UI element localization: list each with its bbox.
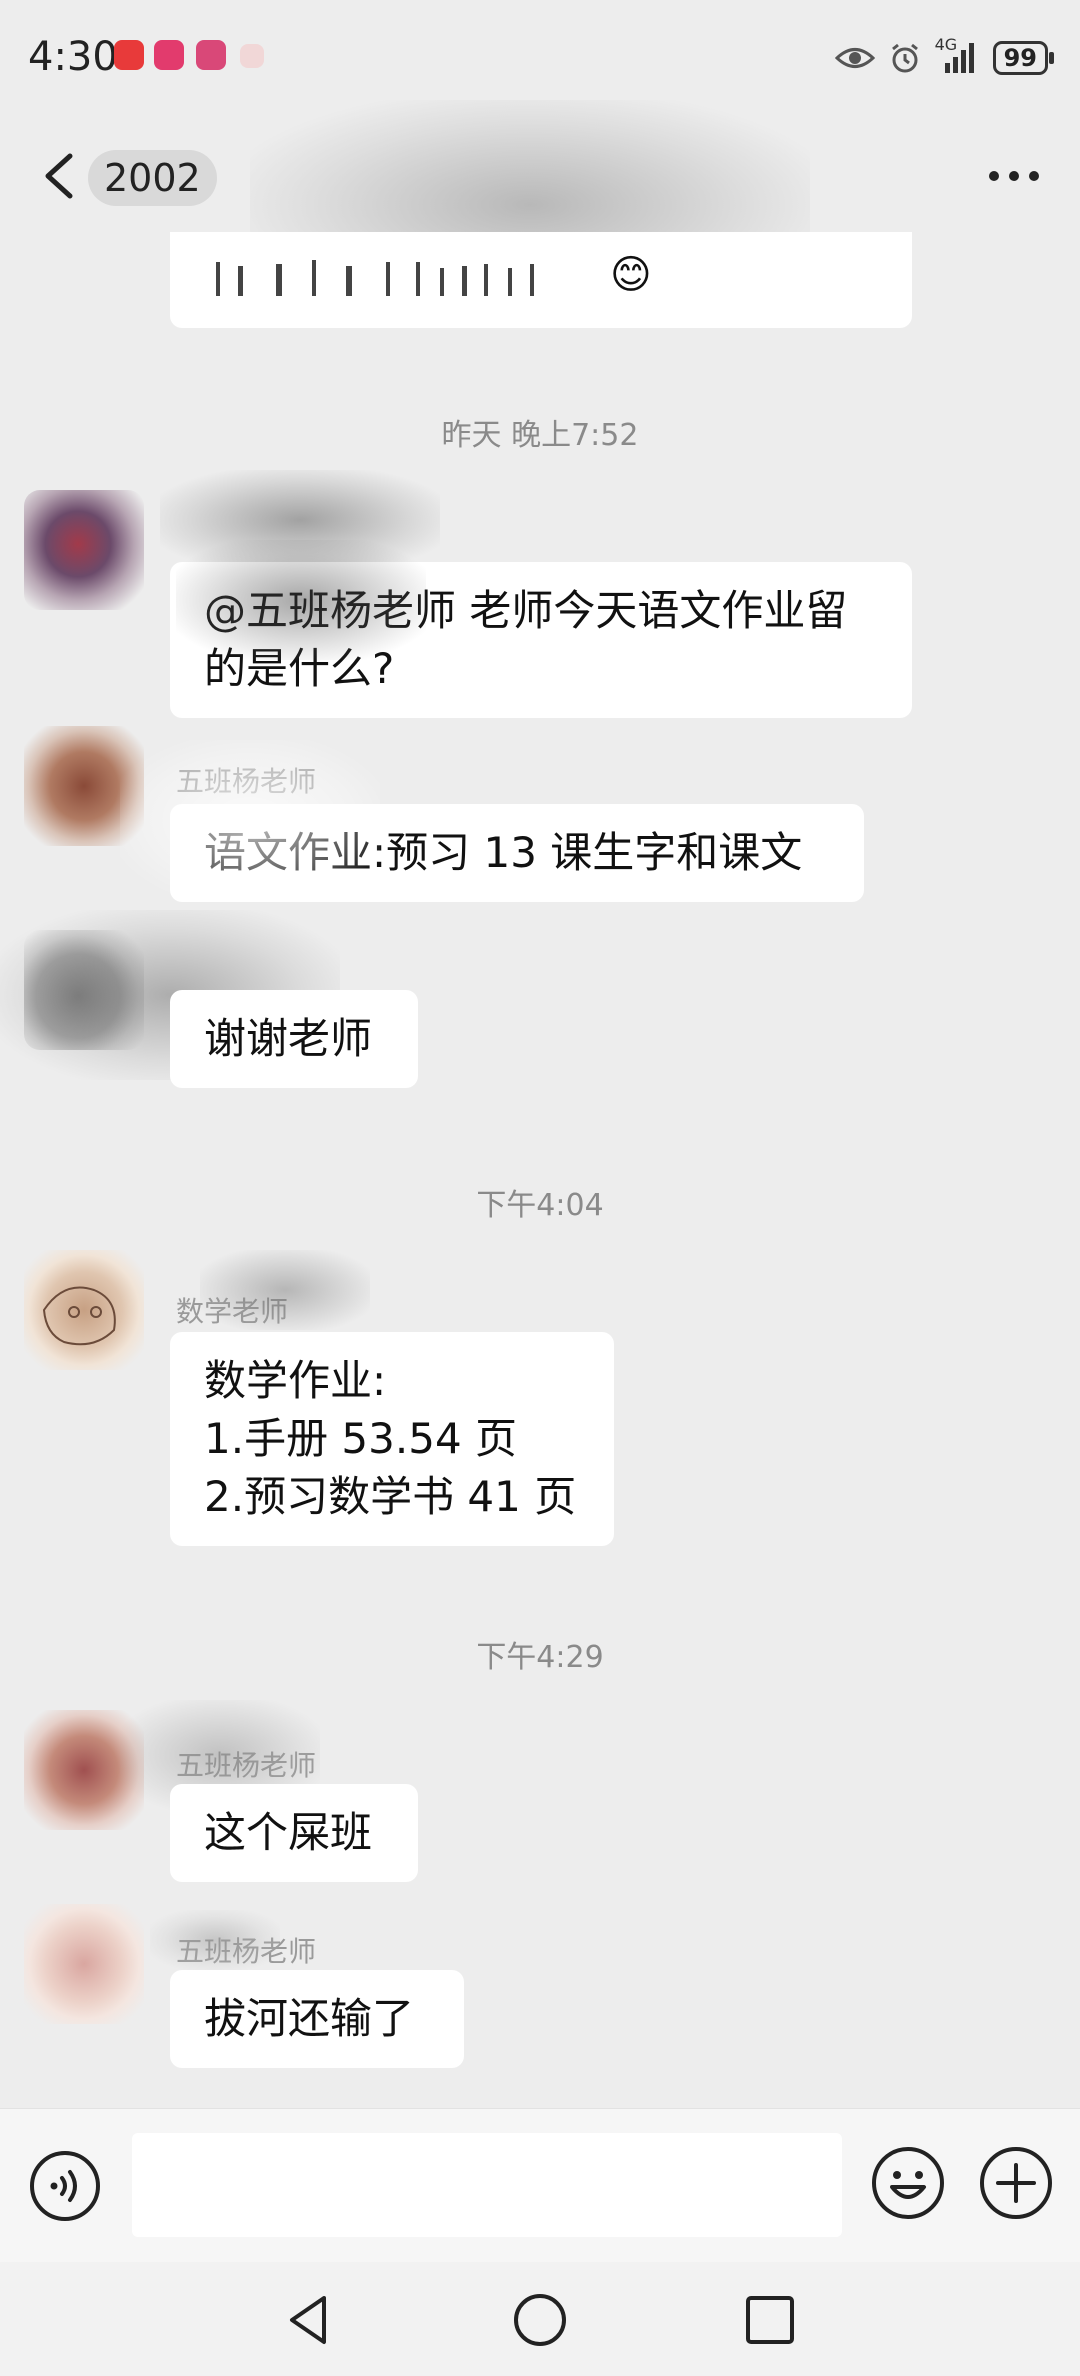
nav-back-icon[interactable] <box>280 2290 340 2350</box>
system-nav-bar <box>0 2262 1080 2376</box>
notification-app-icon <box>240 44 264 68</box>
avatar-sketch <box>42 1286 116 1346</box>
avatar[interactable] <box>24 726 144 846</box>
emoji-icon[interactable] <box>870 2145 946 2221</box>
smile-emoji: 😊 <box>610 252 652 298</box>
status-bar: 4:30 4G 99 <box>0 0 1080 120</box>
back-arrow-icon[interactable] <box>36 148 84 204</box>
message-text: 谢谢老师 <box>204 1014 373 1063</box>
taobao-app-icon <box>154 40 184 70</box>
nav-recents-icon[interactable] <box>740 2290 800 2350</box>
alarm-icon <box>891 43 918 73</box>
sender-name: 五班杨老师 <box>176 1749 317 1782</box>
message-bubble[interactable]: @五班杨老师 老师今天语文作业留的是什么? <box>170 562 912 718</box>
timestamp: 下午4:29 <box>476 1640 604 1675</box>
plus-icon[interactable] <box>978 2145 1054 2221</box>
avatar[interactable] <box>24 1904 144 2024</box>
message-bubble[interactable]: 谢谢老师 <box>170 990 418 1088</box>
message-text: 语文作业:预习 13 课生字和课文 <box>204 828 803 877</box>
message-input[interactable] <box>132 2133 842 2237</box>
sender-name: 五班杨老师 <box>176 1935 317 1968</box>
eye-icon <box>834 48 875 68</box>
sender-name: 五班杨老师 <box>176 765 317 798</box>
nav-home-icon[interactable] <box>510 2290 570 2350</box>
message-bubble[interactable]: 数学作业: 1.手册 53.54 页 2.预习数学书 41 页 <box>170 1332 614 1546</box>
message-text: @五班杨老师 老师今天语文作业留的是什么? <box>204 586 848 693</box>
message-text-line: 1.手册 53.54 页 <box>204 1414 518 1463</box>
signal-icon: 4G <box>935 35 979 75</box>
message-text-line: 2.预习数学书 41 页 <box>204 1472 577 1521</box>
chat-title[interactable]: 2002 <box>88 150 217 206</box>
more-options-icon[interactable] <box>984 156 1044 196</box>
chat-header: 2002 <box>0 120 1080 232</box>
avatar[interactable] <box>24 490 144 610</box>
sender-name: 数学老师 <box>176 1295 289 1328</box>
message-bubble[interactable]: 😊 <box>170 232 912 328</box>
status-time: 4:30 <box>28 34 118 80</box>
avatar[interactable] <box>24 930 144 1050</box>
notification-app-icon <box>114 40 144 70</box>
voice-input-icon[interactable] <box>28 2149 102 2223</box>
privacy-scribble <box>160 470 440 570</box>
message-text: 这个屎班 <box>204 1808 373 1857</box>
input-bar <box>0 2108 1080 2263</box>
message-bubble[interactable]: 这个屎班 <box>170 1784 418 1882</box>
battery-indicator: 99 <box>992 41 1055 75</box>
message-bubble[interactable]: 语文作业:预习 13 课生字和课文 <box>170 804 864 902</box>
redacted-text <box>216 254 596 304</box>
notification-app-icon <box>196 40 226 70</box>
avatar[interactable] <box>24 1710 144 1830</box>
timestamp: 昨天 晚上7:52 <box>441 418 639 453</box>
message-text: 拔河还输了 <box>204 1994 415 2043</box>
message-text-line: 数学作业: <box>204 1356 387 1405</box>
timestamp: 下午4:04 <box>476 1188 604 1223</box>
message-bubble[interactable]: 拔河还输了 <box>170 1970 464 2068</box>
avatar[interactable] <box>24 1250 144 1370</box>
